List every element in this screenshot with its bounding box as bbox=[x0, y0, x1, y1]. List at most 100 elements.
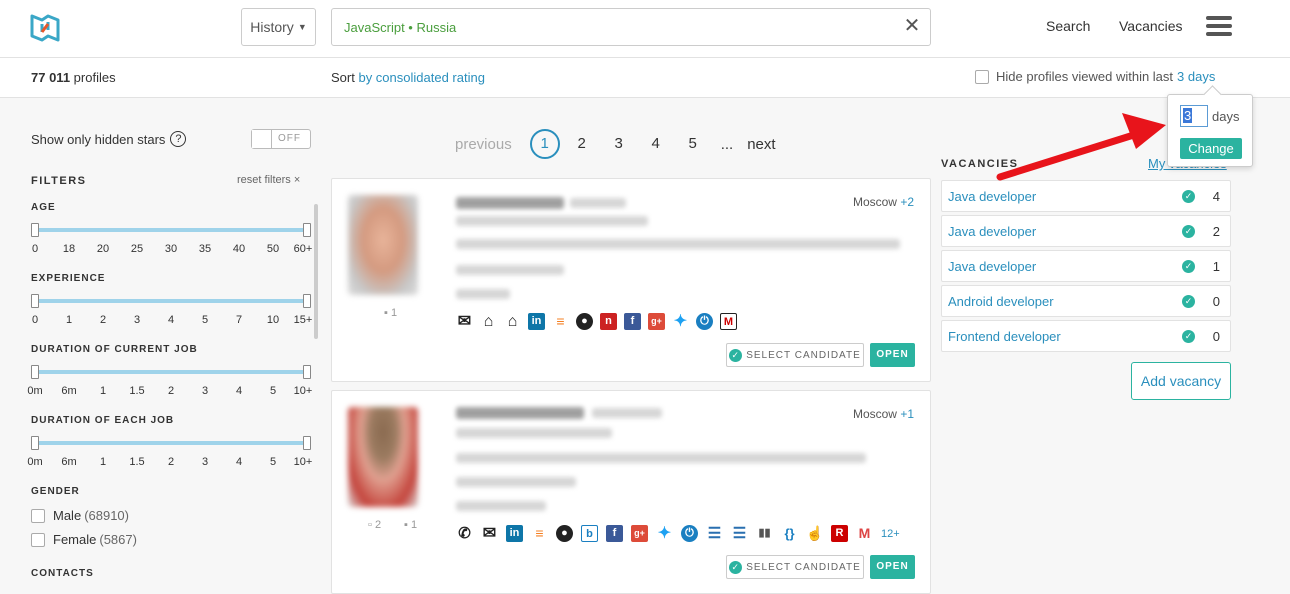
experience-slider[interactable] bbox=[31, 294, 311, 308]
slider-handle-max[interactable] bbox=[303, 223, 311, 237]
reset-filters-link[interactable]: reset filters × bbox=[237, 174, 300, 186]
slider-handle-min[interactable] bbox=[31, 365, 39, 379]
stackoverflow-icon[interactable]: ≡ bbox=[531, 525, 548, 542]
change-button[interactable]: Change bbox=[1180, 138, 1242, 159]
page-5[interactable]: 5 bbox=[678, 129, 708, 159]
chart-icon[interactable]: ▮▮ bbox=[756, 525, 773, 542]
page-1[interactable]: 1 bbox=[529, 129, 560, 159]
power-icon[interactable]: ⏻ bbox=[696, 313, 713, 330]
page-4[interactable]: 4 bbox=[641, 129, 671, 159]
slider-tick-label: 2 bbox=[167, 456, 175, 468]
googleplus-icon[interactable]: g+ bbox=[631, 525, 648, 542]
male-checkbox[interactable] bbox=[31, 508, 45, 523]
gender-male-option[interactable]: Male (68910) bbox=[31, 508, 129, 523]
stack-icon[interactable]: ☰ bbox=[706, 525, 723, 542]
slider-tick-label: 3 bbox=[201, 385, 209, 397]
select-candidate-button[interactable]: ✓ SELECT CANDIDATE bbox=[726, 555, 864, 579]
phone-icon[interactable]: ✆ bbox=[456, 525, 473, 542]
blurred-skills bbox=[456, 477, 576, 487]
linkedin-icon[interactable]: in bbox=[528, 313, 545, 330]
nav-search-link[interactable]: Search bbox=[1046, 18, 1090, 34]
slider-handle-max[interactable] bbox=[303, 365, 311, 379]
open-button[interactable]: OPEN bbox=[870, 343, 915, 367]
each-job-slider[interactable] bbox=[31, 436, 311, 450]
stackoverflow-icon[interactable]: ≡ bbox=[552, 313, 569, 330]
facebook-icon[interactable]: f bbox=[606, 525, 623, 542]
habr-icon[interactable]: n bbox=[600, 313, 617, 330]
page-3[interactable]: 3 bbox=[604, 129, 634, 159]
age-ticks: 0 18 20 25 30 35 40 50 60+ bbox=[31, 243, 321, 257]
slider-tick-label: 2 bbox=[167, 385, 175, 397]
hamburger-menu-icon[interactable] bbox=[1206, 16, 1232, 38]
vacancy-name[interactable]: Frontend developer bbox=[948, 329, 1061, 344]
vacancy-name[interactable]: Android developer bbox=[948, 294, 1054, 309]
gmail-icon[interactable]: M bbox=[856, 525, 873, 542]
vacancy-name[interactable]: Java developer bbox=[948, 189, 1036, 204]
nav-vacancies-link[interactable]: Vacancies bbox=[1119, 18, 1183, 34]
sort-option-link[interactable]: by consolidated rating bbox=[358, 70, 484, 85]
current-job-slider[interactable] bbox=[31, 365, 311, 379]
hide-viewed-checkbox[interactable] bbox=[975, 69, 989, 84]
previous-page-link[interactable]: previous bbox=[455, 136, 512, 153]
candidate-card: Moscow +1 ▫ 2 ▪ 1 ✆ ✉ in ≡ ● b f g+ ✦ ⏻ … bbox=[331, 390, 931, 594]
home-icon[interactable]: ⌂ bbox=[504, 313, 521, 330]
slider-tick-label: 5 bbox=[269, 456, 277, 468]
blurred-companies bbox=[456, 453, 866, 463]
github-icon[interactable]: ● bbox=[576, 313, 593, 330]
vacancy-name[interactable]: Java developer bbox=[948, 224, 1036, 239]
history-label: History bbox=[250, 19, 294, 35]
vacancy-row[interactable]: Android developer ✓ 0 bbox=[941, 285, 1231, 317]
googleplus-icon[interactable]: g+ bbox=[648, 313, 665, 330]
select-candidate-button[interactable]: ✓ SELECT CANDIDATE bbox=[726, 343, 864, 367]
slider-handle-min[interactable] bbox=[31, 223, 39, 237]
vacancy-row[interactable]: Java developer ✓ 2 bbox=[941, 215, 1231, 247]
clear-icon[interactable]: ✕ bbox=[902, 16, 922, 38]
bitbucket-icon[interactable]: b bbox=[581, 525, 598, 542]
days-input[interactable]: 3 bbox=[1180, 105, 1208, 127]
candidate-photo[interactable] bbox=[348, 195, 418, 295]
code-icon[interactable]: {} bbox=[781, 525, 798, 542]
message-icon: ▪ 1 bbox=[404, 519, 418, 531]
check-icon: ✓ bbox=[729, 560, 743, 574]
power-icon[interactable]: ⏻ bbox=[681, 525, 698, 542]
slider-handle-max[interactable] bbox=[303, 436, 311, 450]
slider-handle-max[interactable] bbox=[303, 294, 311, 308]
home-icon[interactable]: ⌂ bbox=[480, 313, 497, 330]
email-icon[interactable]: ✉ bbox=[456, 313, 473, 330]
check-circle-icon: ✓ bbox=[1182, 260, 1195, 273]
more-cities-link[interactable]: +1 bbox=[900, 407, 914, 421]
next-page-link[interactable]: next bbox=[747, 136, 775, 153]
hand-icon[interactable]: ☝ bbox=[806, 525, 823, 542]
candidate-photo[interactable] bbox=[348, 407, 418, 507]
slider-handle-min[interactable] bbox=[31, 294, 39, 308]
email-icon[interactable]: ✉ bbox=[481, 525, 498, 542]
linkedin-icon[interactable]: in bbox=[506, 525, 523, 542]
moikrug-icon[interactable]: M bbox=[720, 313, 737, 330]
resume-icon[interactable]: R bbox=[831, 525, 848, 542]
vacancy-row[interactable]: Frontend developer ✓ 0 bbox=[941, 320, 1231, 352]
vacancy-row[interactable]: Java developer ✓ 1 bbox=[941, 250, 1231, 282]
open-button[interactable]: OPEN bbox=[870, 555, 915, 579]
twitter-icon[interactable]: ✦ bbox=[672, 313, 689, 330]
add-vacancy-button[interactable]: Add vacancy bbox=[1131, 362, 1231, 400]
hidden-stars-toggle[interactable]: OFF bbox=[251, 129, 311, 149]
help-icon[interactable]: ? bbox=[170, 131, 187, 147]
female-checkbox[interactable] bbox=[31, 532, 45, 547]
logo-icon[interactable] bbox=[28, 10, 62, 44]
slider-handle-min[interactable] bbox=[31, 436, 39, 450]
github-icon[interactable]: ● bbox=[556, 525, 573, 542]
sidebar-scrollbar[interactable] bbox=[314, 204, 318, 339]
page-2[interactable]: 2 bbox=[567, 129, 597, 159]
search-input[interactable]: JavaScript • Russia ✕ bbox=[331, 8, 931, 46]
vacancy-name[interactable]: Java developer bbox=[948, 259, 1036, 274]
more-contacts-link[interactable]: 12+ bbox=[881, 528, 900, 540]
filters-heading: FILTERS bbox=[31, 175, 87, 187]
hide-days-link[interactable]: 3 days bbox=[1177, 69, 1215, 84]
age-slider[interactable] bbox=[31, 223, 311, 237]
stack-icon[interactable]: ☰ bbox=[731, 525, 748, 542]
facebook-icon[interactable]: f bbox=[624, 313, 641, 330]
history-dropdown[interactable]: History ▼ bbox=[241, 8, 316, 46]
more-cities-link[interactable]: +2 bbox=[900, 195, 914, 209]
gender-female-option[interactable]: Female (5867) bbox=[31, 532, 137, 547]
twitter-icon[interactable]: ✦ bbox=[656, 525, 673, 542]
